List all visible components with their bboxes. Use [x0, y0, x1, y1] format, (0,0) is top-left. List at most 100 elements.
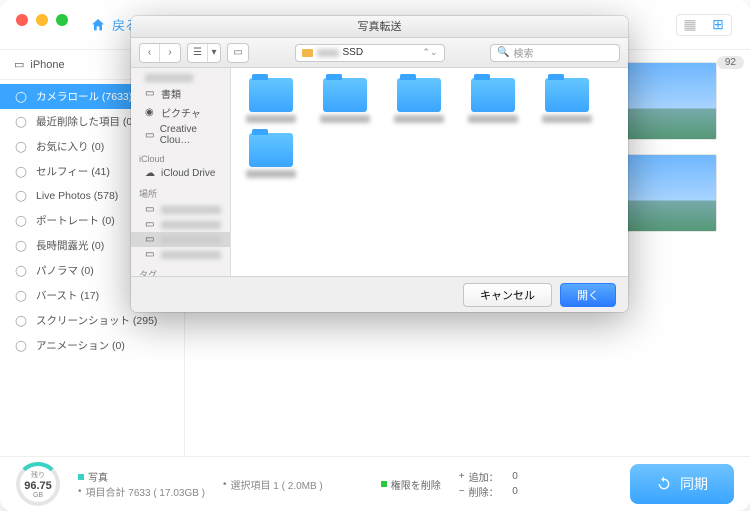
- sidebar-item-label: カメラロール (7633): [36, 89, 132, 104]
- search-icon: 🔍: [497, 47, 509, 58]
- folder-icon: [545, 78, 589, 112]
- del-value: 0: [512, 486, 518, 497]
- footer-perm-col: 権限を削除: [381, 477, 441, 492]
- sidebar-item-label: 最近削除した項目 (0): [36, 114, 136, 129]
- longexp-icon: ◯: [14, 239, 28, 253]
- sidebar-item-label: アニメーション (0): [36, 338, 125, 353]
- view-toggle[interactable]: ▦ ⊞: [676, 14, 732, 36]
- sidebar-item-label: Live Photos (578): [36, 190, 118, 202]
- photo-thumbnail[interactable]: [625, 154, 717, 232]
- nav-seg[interactable]: ‹ ›: [139, 43, 181, 63]
- group-icon[interactable]: ▭: [228, 44, 248, 62]
- folder-icon: [471, 78, 515, 112]
- group-seg[interactable]: ▭: [227, 43, 249, 63]
- window-controls: [16, 14, 68, 26]
- sb-loc-4[interactable]: ▭: [131, 247, 230, 262]
- location-blur: [317, 49, 339, 57]
- sb-tags-header: タグ: [131, 266, 230, 276]
- camera-icon: ◉: [145, 107, 156, 118]
- sidebar-item-10[interactable]: ◯ アニメーション (0): [0, 333, 184, 358]
- sb-icloud-header: iCloud: [131, 152, 230, 166]
- drive-icon: ▭: [145, 219, 156, 230]
- view-mode-icon[interactable]: ☰: [188, 44, 208, 62]
- folder-label: [394, 115, 444, 123]
- view-mode-chevron-icon[interactable]: ▾: [208, 44, 220, 62]
- sb-recent[interactable]: [131, 72, 230, 84]
- trash-icon: ◯: [14, 115, 28, 129]
- zoom-window-icon[interactable]: [56, 14, 68, 26]
- folder-item[interactable]: [243, 78, 299, 123]
- selection-label: 選択項目 1 ( 2.0MB ): [231, 477, 323, 492]
- folder-item[interactable]: [317, 78, 373, 123]
- sync-icon: [656, 476, 672, 492]
- location-name: SSD: [343, 47, 364, 58]
- folder-icon: [249, 133, 293, 167]
- sb-icloud-drive[interactable]: ☁iCloud Drive: [131, 166, 230, 181]
- storage-ring: 残り 96.75 GB: [16, 462, 60, 506]
- sb-creative[interactable]: ▭Creative Clou…: [131, 122, 230, 148]
- close-window-icon[interactable]: [16, 14, 28, 26]
- photos-label: 写真: [88, 469, 108, 484]
- portrait-icon: ◯: [14, 214, 28, 228]
- footer-selection-col: • 選択項目 1 ( 2.0MB ): [223, 477, 323, 492]
- location-popup[interactable]: SSD ⌃⌄: [295, 44, 445, 62]
- burst-icon: ◯: [14, 289, 28, 303]
- computer-icon: ▭: [145, 204, 156, 215]
- photo-thumbnail[interactable]: [625, 62, 717, 140]
- sidebar-item-label: バースト (17): [36, 288, 99, 303]
- app-footer: 残り 96.75 GB 写真 • 項目合計 7633 ( 17.03GB ) •…: [0, 456, 750, 511]
- ring-unit: GB: [33, 492, 43, 499]
- drive-icon: ▭: [145, 234, 156, 245]
- nav-back-icon[interactable]: ‹: [140, 44, 160, 62]
- folder-icon: [249, 78, 293, 112]
- grid-count-badge: 92: [717, 56, 744, 69]
- ring-caption: 残り: [31, 470, 45, 480]
- footer-add-col: + 追加： 0 − 削除： 0: [459, 469, 518, 499]
- sb-loc-1[interactable]: ▭: [131, 202, 230, 217]
- chevron-updown-icon: ⌃⌄: [422, 47, 437, 58]
- folder-item[interactable]: [391, 78, 447, 123]
- view-grid-icon[interactable]: ⊞: [705, 15, 731, 35]
- drive-icon: [302, 49, 313, 57]
- search-placeholder: 検索: [513, 45, 533, 60]
- sb-pictures[interactable]: ◉ピクチャ: [131, 103, 230, 122]
- sb-loc-2[interactable]: ▭: [131, 217, 230, 232]
- open-button[interactable]: 開く: [560, 283, 616, 307]
- folder-icon: ▭: [145, 88, 156, 99]
- sidebar-item-label: お気に入り (0): [36, 139, 104, 154]
- finder-title: 写真転送: [131, 16, 628, 38]
- minimize-window-icon[interactable]: [36, 14, 48, 26]
- selfie-icon: ◯: [14, 165, 28, 179]
- heart-icon: ◯: [14, 140, 28, 154]
- sync-button[interactable]: 同期: [630, 464, 734, 504]
- add-label: 追加：: [469, 469, 499, 484]
- finder-toolbar: ‹ › ☰ ▾ ▭ SSD ⌃⌄ 🔍 検索: [131, 38, 628, 68]
- cloud-icon: ☁: [145, 168, 156, 179]
- total-label: 項目合計 7633 ( 17.03GB ): [86, 484, 206, 499]
- folder-icon: ▭: [145, 130, 155, 141]
- pano-icon: ◯: [14, 264, 28, 278]
- search-field[interactable]: 🔍 検索: [490, 44, 620, 62]
- view-large-icon[interactable]: ▦: [677, 15, 703, 35]
- live-icon: ◯: [14, 189, 28, 203]
- folder-item[interactable]: [465, 78, 521, 123]
- view-seg[interactable]: ☰ ▾: [187, 43, 221, 63]
- folder-icon: [323, 78, 367, 112]
- screenshot-icon: ◯: [14, 314, 28, 328]
- device-icon: ▭: [14, 58, 24, 71]
- folder-item[interactable]: [539, 78, 595, 123]
- sb-loc-3[interactable]: ▭: [131, 232, 230, 247]
- sidebar-item-label: スクリーンショット (295): [36, 313, 157, 328]
- camera-icon: ◯: [14, 90, 28, 104]
- sb-documents[interactable]: ▭書類: [131, 84, 230, 103]
- finder-main: [231, 68, 628, 276]
- nav-fwd-icon[interactable]: ›: [160, 44, 180, 62]
- folder-label: [246, 170, 296, 178]
- cancel-button[interactable]: キャンセル: [463, 283, 552, 307]
- folder-item[interactable]: [243, 133, 299, 178]
- sb-locations-header: 場所: [131, 185, 230, 202]
- folder-label: [320, 115, 370, 123]
- sidebar-item-label: パノラマ (0): [36, 263, 94, 278]
- anim-icon: ◯: [14, 339, 28, 353]
- home-icon: [90, 17, 106, 33]
